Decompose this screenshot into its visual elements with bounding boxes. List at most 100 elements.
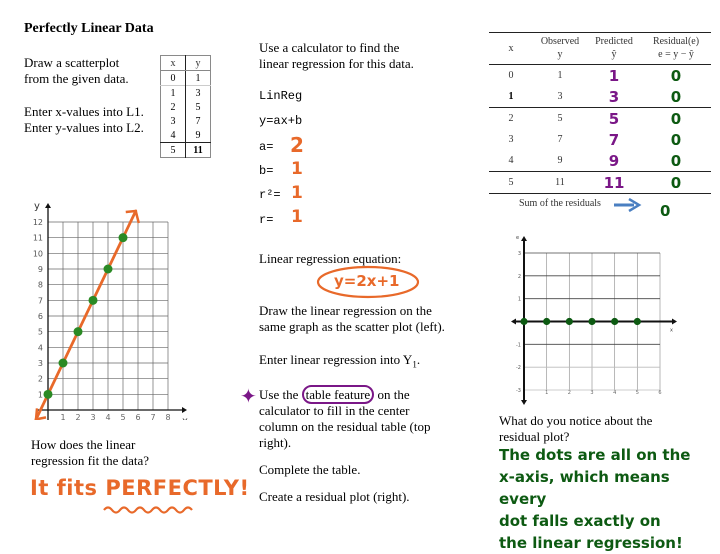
y-tick-label: 4: [38, 343, 43, 352]
residual-point: [588, 317, 596, 326]
squiggle-underline-icon: [103, 506, 193, 514]
table-row: 0 1 1 0: [489, 65, 711, 87]
cell-x: 1: [489, 86, 533, 108]
y-tick-label: 2: [518, 274, 521, 280]
cell-predicted: 7: [608, 130, 620, 149]
x-tick-label: 6: [658, 390, 661, 396]
y-tick-label: 9: [38, 265, 43, 274]
fit-answer-handwritten: It fits PERFECTLY!: [30, 476, 250, 500]
param-r-value: 1: [291, 207, 303, 227]
header-observed: Observed y: [533, 32, 587, 65]
cell-observed: 3: [533, 86, 587, 108]
instruction-line: Enter y-values into L2.: [24, 120, 144, 135]
y-tick-label: 8: [38, 281, 43, 290]
scatter-point: [88, 295, 98, 305]
answer-line: x-axis, which means every: [499, 468, 670, 508]
sum-residuals-label: Sum of the residuals: [519, 198, 601, 209]
header-line: y: [557, 49, 563, 60]
step-line: calculator to fill in the center: [259, 403, 410, 418]
x-tick-label: 7: [150, 413, 155, 420]
cell-observed: 1: [557, 70, 563, 81]
cell-x: 0: [508, 70, 514, 81]
x-tick-label: 8: [165, 413, 170, 420]
cell-observed: 7: [557, 134, 563, 145]
star-icon: ✦: [240, 384, 257, 408]
regression-line-path: [34, 209, 138, 420]
step-line: right).: [259, 435, 292, 450]
x-tick-label: 3: [590, 390, 593, 396]
x-tick-label: 2: [568, 390, 571, 396]
x-axis-label: x: [182, 416, 188, 420]
cell-residual: 0: [641, 171, 711, 194]
question-line: residual plot?: [499, 429, 570, 444]
y-tick-label: 3: [518, 251, 521, 257]
x-axis-arrow-icon: [672, 318, 677, 325]
x-tick-label: 1: [545, 390, 548, 396]
cell-residual: 0: [670, 130, 682, 149]
header-line: Predicted: [595, 36, 633, 47]
cell-x: 5: [489, 171, 533, 194]
table-row: 2 5 5 0: [489, 108, 711, 130]
y-axis-label: e: [516, 235, 519, 241]
step-text: on the: [374, 387, 410, 402]
x-tick-label: 2: [75, 413, 80, 420]
header-line: Observed: [540, 36, 580, 47]
residual-point: [520, 317, 528, 326]
step-text: Enter linear regression into Y: [259, 352, 413, 367]
param-a-label: a=: [259, 140, 274, 154]
scatter-point: [73, 327, 83, 337]
residual-point: [543, 317, 551, 326]
scatter-point: [58, 358, 68, 368]
question-line: How does the linear: [31, 437, 136, 452]
cell-x: 0: [160, 70, 186, 86]
table-row: 3 7 7 0: [489, 129, 711, 150]
sum-residuals-value: 0: [660, 202, 671, 220]
step-line: Use the table feature on the: [259, 385, 449, 404]
table-row: 1 3 3 0: [489, 86, 711, 108]
residual-table-header: x Observed y Predicted ŷ Residual(e) e = y …: [489, 32, 711, 65]
cell-predicted: 11: [587, 171, 641, 194]
calculator-intro: Use a calculator to find the linear regr…: [259, 40, 414, 72]
xy-data-table: x y 0 1 1 3 2 5 3 7 4 9 5 11: [160, 55, 211, 158]
y-axis-arrow-down-icon: [521, 400, 527, 405]
instruction-line: from the given data.: [24, 71, 129, 86]
param-r2-label: r²=: [259, 188, 281, 202]
y-axis-label: y: [34, 201, 40, 212]
table-row: 1 3: [160, 85, 211, 100]
table-row: 3 7: [160, 114, 211, 128]
cell-x: 5: [160, 142, 186, 158]
answer-line: dot falls exactly on: [499, 512, 661, 530]
cell-x: 2: [508, 113, 514, 124]
y-tick-label: 11: [33, 234, 43, 243]
header-residual: Residual(e) e = y − ŷ: [641, 32, 711, 65]
y-tick-label: 7: [38, 296, 43, 305]
param-b-value: 1: [291, 159, 303, 179]
cell-observed: 9: [533, 150, 587, 172]
y-tick-label: 1: [518, 297, 521, 303]
cell-observed: 11: [533, 171, 587, 194]
cell-x: 3: [508, 134, 514, 145]
table-row: 4 9: [160, 128, 211, 143]
step-draw-regression: Draw the linear regression on the same g…: [259, 303, 445, 335]
scatterplot-chart: 12345678123456789101112yx: [33, 201, 188, 420]
cell-predicted: 3: [587, 86, 641, 108]
x-tick-label: 6: [135, 413, 140, 420]
step-line: column on the residual table (top: [259, 419, 431, 434]
y-axis-arrow-icon: [521, 236, 527, 241]
page-title: Perfectly Linear Data: [24, 21, 154, 36]
step-residual-plot: Create a residual plot (right).: [259, 489, 410, 504]
scatter-axes: [36, 203, 187, 420]
equation-answer-handwritten: y=2x+1: [334, 272, 400, 290]
step-line: same graph as the scatter plot (left).: [259, 319, 445, 334]
instruction-line: Draw a scatterplot: [24, 55, 120, 70]
y-tick-label: 3: [38, 359, 43, 368]
linreg-form: y=ax+b: [259, 114, 303, 128]
scatter-point: [103, 264, 113, 274]
y-tick-label: 10: [33, 249, 43, 258]
y-tick-label: -2: [516, 365, 521, 371]
y-tick-label: 12: [33, 218, 43, 227]
x-tick-label: 5: [120, 413, 125, 420]
cell-y: 7: [195, 115, 201, 127]
scatter-tick-labels: 12345678123456789101112yx: [33, 201, 188, 420]
residual-plot-chart: 1 2 3 4 5 6 -3 -2 -1 1 2 3 e x: [511, 235, 677, 405]
